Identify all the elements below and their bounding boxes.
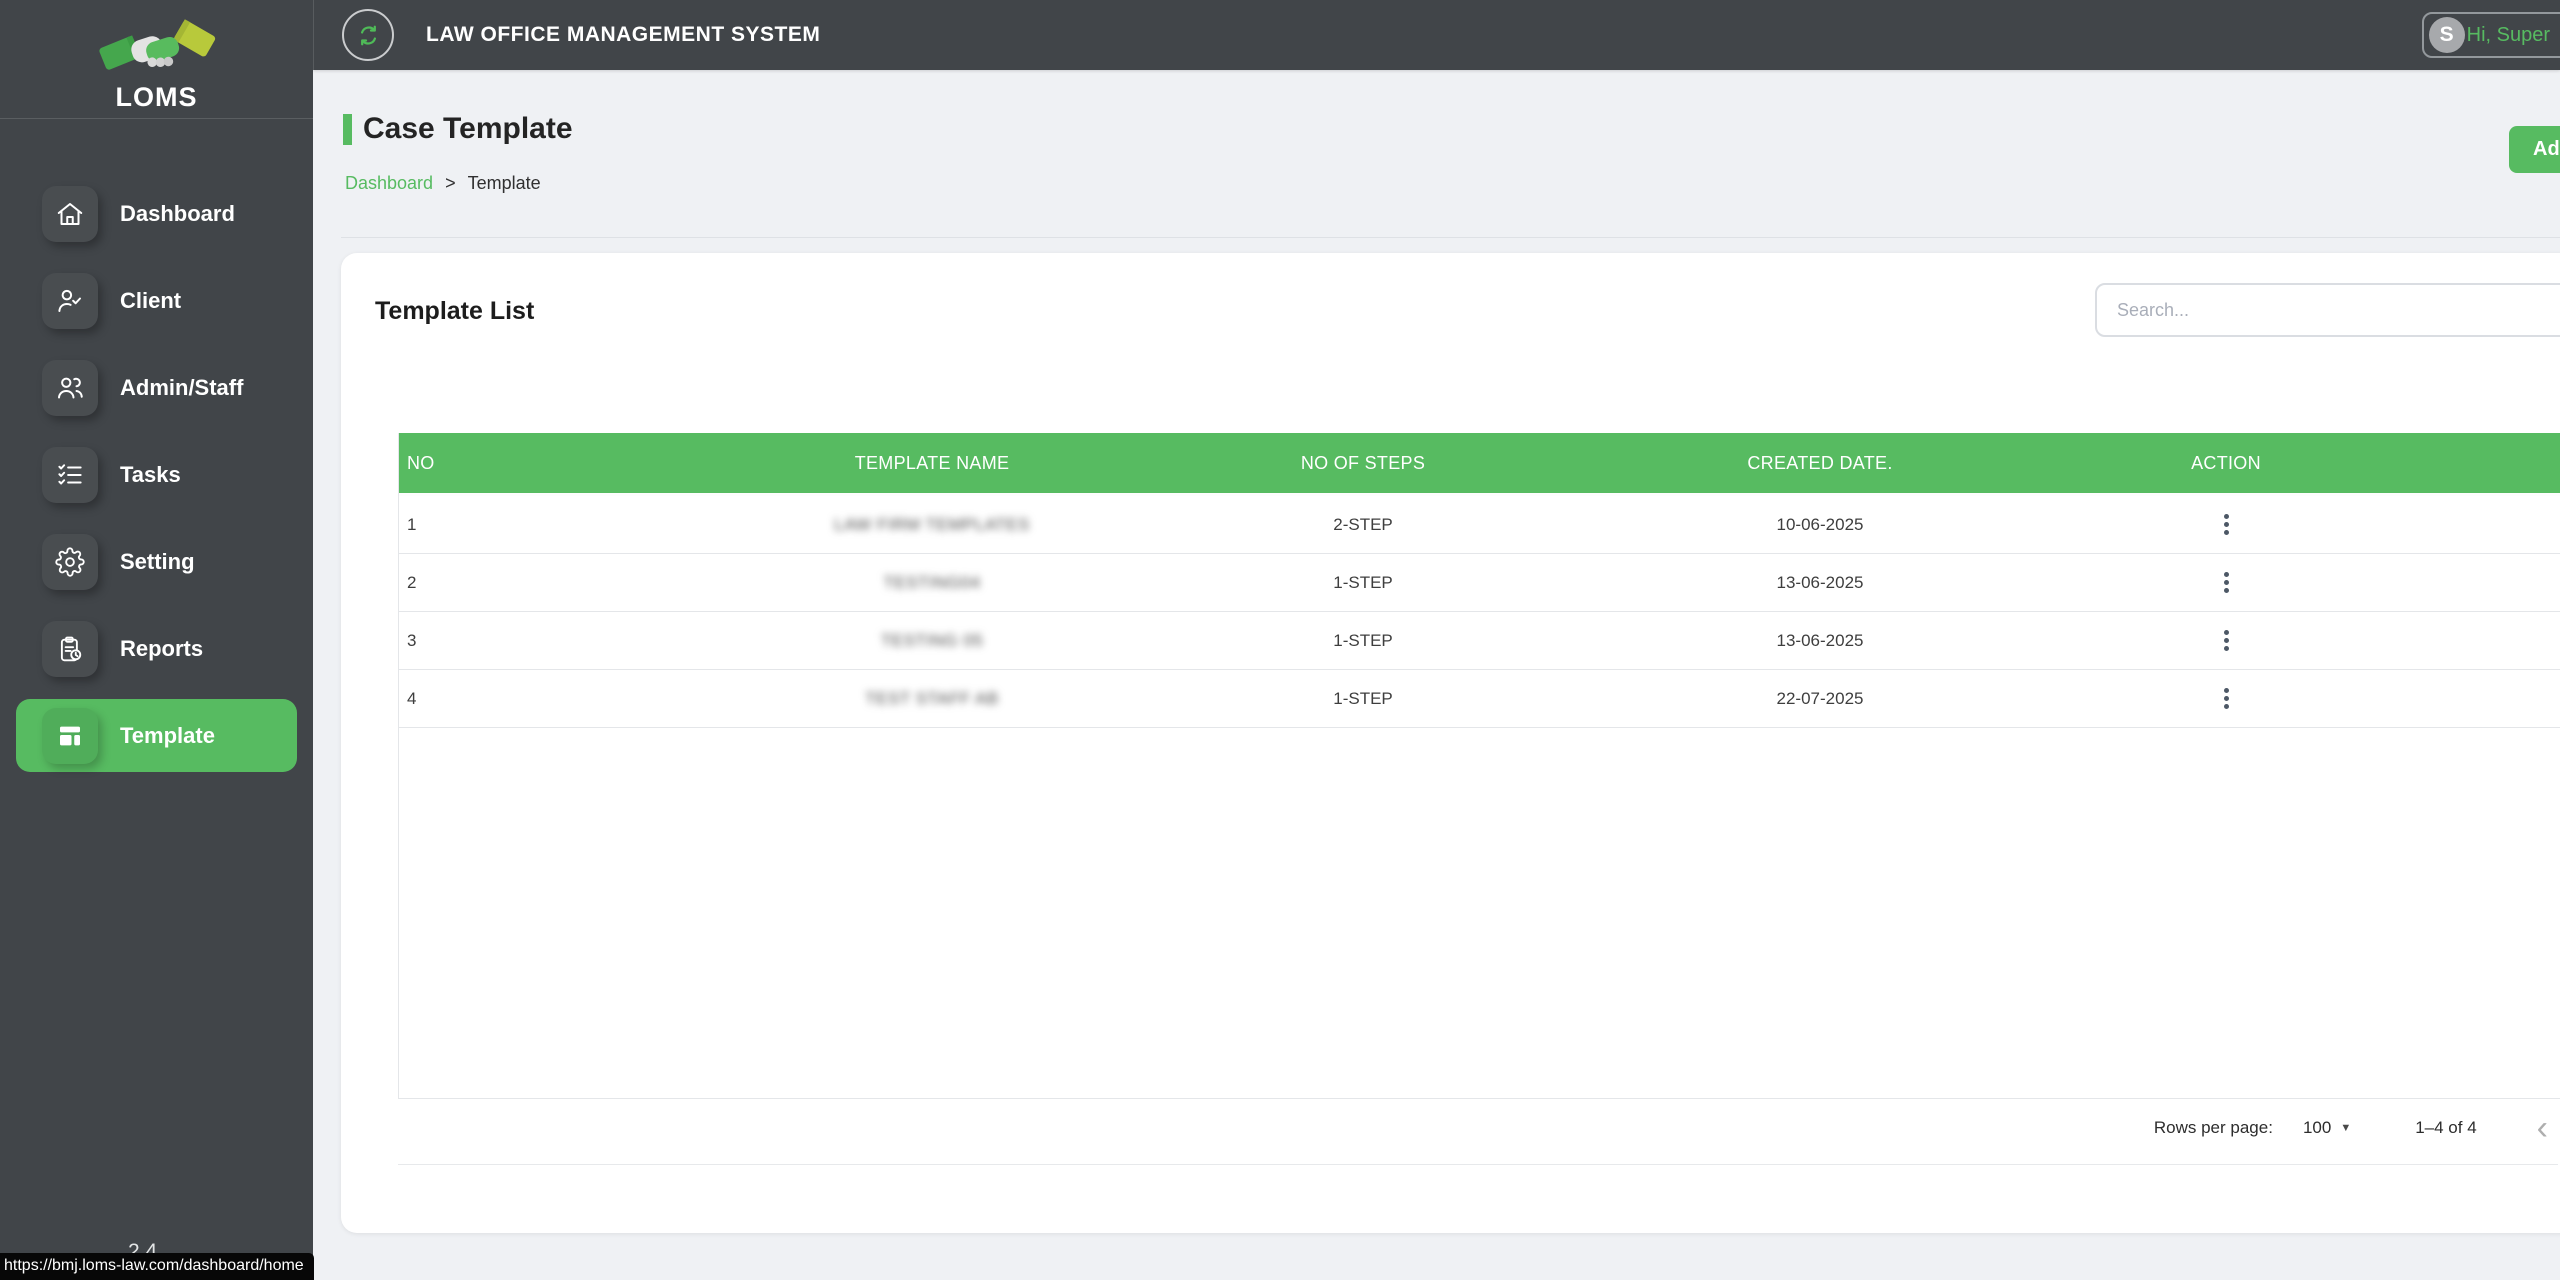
breadcrumb-current: Template: [467, 173, 541, 193]
cell-template-name: TESTING 05: [681, 631, 1183, 651]
template-table: NO TEMPLATE NAME NO OF STEPS CREATED DAT…: [398, 433, 2560, 1099]
table-row: 2 TESTING04 1-STEP 13-06-2025: [399, 554, 2560, 612]
page-divider: [341, 237, 2560, 238]
cell-template-name: TEST STAFF AB: [681, 689, 1183, 709]
row-actions-kebab-icon[interactable]: [2209, 505, 2243, 545]
gear-icon: [42, 533, 98, 590]
breadcrumb-dashboard-link[interactable]: Dashboard: [345, 173, 433, 194]
blurred-template-name: TESTING04: [883, 572, 981, 592]
table-empty-area: [399, 728, 2560, 1099]
checklist-icon: [42, 446, 98, 503]
table-row: 3 TESTING 05 1-STEP 13-06-2025: [399, 612, 2560, 670]
column-header-date: CREATED DATE.: [1747, 452, 1893, 473]
cell-date: 10-06-2025: [1776, 514, 1864, 534]
cell-no: 2: [407, 572, 417, 592]
cell-steps: 1-STEP: [1333, 572, 1393, 592]
pagination-range: 1–4 of 4: [2415, 1117, 2477, 1137]
users-icon: [42, 359, 98, 416]
blurred-template-name: TEST STAFF AB: [865, 688, 999, 708]
cell-no: 3: [407, 630, 417, 650]
title-accent-bar: [343, 113, 352, 145]
table-row: 1 LAW FIRM TEMPLATES 2-STEP 10-06-2025: [399, 496, 2560, 554]
table-pagination: Rows per page: 100 ▼ 1–4 of 4 ‹: [398, 1091, 2558, 1165]
sidebar-item-label: Template: [120, 722, 215, 748]
sidebar-item-client[interactable]: Client: [16, 264, 297, 337]
column-header-name: TEMPLATE NAME: [854, 452, 1010, 473]
user-check-icon: [42, 272, 98, 329]
rows-per-page-value: 100: [2302, 1117, 2332, 1137]
sidebar-item-label: Admin/Staff: [120, 374, 244, 400]
breadcrumb-separator: >: [445, 173, 456, 193]
cell-no: 1: [407, 514, 417, 534]
app-logo[interactable]: LOMS: [0, 0, 313, 119]
app-title: LAW OFFICE MANAGEMENT SYSTEM: [426, 23, 821, 46]
column-header-action: ACTION: [2191, 452, 2261, 473]
search-input[interactable]: [2095, 283, 2560, 337]
blurred-template-name: LAW FIRM TEMPLATES: [834, 514, 1030, 534]
user-menu-button[interactable]: S Hi, Super: [2421, 12, 2560, 58]
row-actions-kebab-icon[interactable]: [2209, 679, 2243, 719]
card-title: Template List: [375, 297, 535, 325]
cell-template-name: LAW FIRM TEMPLATES: [681, 515, 1183, 535]
handshake-logo-icon: [98, 19, 215, 70]
home-icon: [42, 185, 98, 242]
rows-per-page-select[interactable]: 100 ▼: [2297, 1117, 2357, 1139]
page-title: Case Template: [363, 112, 573, 145]
previous-page-button[interactable]: ‹: [2533, 1111, 2552, 1145]
logo-text: LOMS: [115, 82, 198, 112]
sidebar-item-tasks[interactable]: Tasks: [16, 438, 297, 511]
avatar: S: [2428, 17, 2465, 53]
sidebar-item-label: Setting: [120, 548, 195, 574]
browser-status-url: https://bmj.loms-law.com/dashboard/home: [0, 1253, 314, 1280]
sidebar-item-reports[interactable]: Reports: [16, 612, 297, 685]
add-template-button[interactable]: Add: [2509, 126, 2560, 173]
sidebar-nav: Dashboard Client Admin/Staff Tasks Setti…: [0, 177, 313, 772]
table-header-row: NO TEMPLATE NAME NO OF STEPS CREATED DAT…: [399, 433, 2560, 496]
breadcrumb: Dashboard > Template: [345, 173, 541, 194]
sidebar-item-label: Client: [120, 287, 182, 313]
cell-steps: 2-STEP: [1333, 514, 1393, 534]
cell-template-name: TESTING04: [681, 573, 1183, 593]
sidebar-item-label: Tasks: [120, 461, 181, 487]
sidebar-item-label: Reports: [120, 635, 204, 661]
refresh-icon: [360, 25, 376, 45]
sidebar-item-label: Dashboard: [120, 200, 235, 226]
row-actions-kebab-icon[interactable]: [2209, 621, 2243, 661]
blurred-template-name: TESTING 05: [880, 630, 984, 650]
sidebar-item-template[interactable]: Template: [16, 699, 297, 772]
caret-down-icon: ▼: [2340, 1121, 2352, 1134]
sidebar-item-admin-staff[interactable]: Admin/Staff: [16, 351, 297, 424]
top-header-bar: LAW OFFICE MANAGEMENT SYSTEM S Hi, Super: [313, 0, 2560, 70]
column-header-no: NO: [407, 452, 435, 473]
template-layout-icon: [42, 707, 98, 764]
cell-steps: 1-STEP: [1333, 688, 1393, 708]
user-greeting: Hi, Super: [2466, 23, 2550, 46]
cell-date: 22-07-2025: [1776, 688, 1864, 708]
cell-steps: 1-STEP: [1333, 630, 1393, 650]
main-content: Case Template Dashboard > Template Add T…: [313, 70, 2560, 1280]
sidebar: LOMS Dashboard Client Admin/Staff Tasks …: [0, 0, 313, 1280]
template-list-card: Template List NO TEMPLATE NAME NO OF STE…: [341, 253, 2560, 1233]
column-header-steps: NO OF STEPS: [1300, 452, 1426, 473]
cell-date: 13-06-2025: [1776, 630, 1864, 650]
sidebar-item-dashboard[interactable]: Dashboard: [16, 177, 297, 250]
cell-date: 13-06-2025: [1776, 572, 1864, 592]
refresh-button[interactable]: [342, 9, 394, 61]
table-row: 4 TEST STAFF AB 1-STEP 22-07-2025: [399, 670, 2560, 728]
sidebar-item-setting[interactable]: Setting: [16, 525, 297, 598]
rows-per-page-label: Rows per page:: [2153, 1117, 2273, 1137]
row-actions-kebab-icon[interactable]: [2209, 563, 2243, 603]
report-clipboard-icon: [42, 620, 98, 677]
cell-no: 4: [407, 688, 417, 708]
